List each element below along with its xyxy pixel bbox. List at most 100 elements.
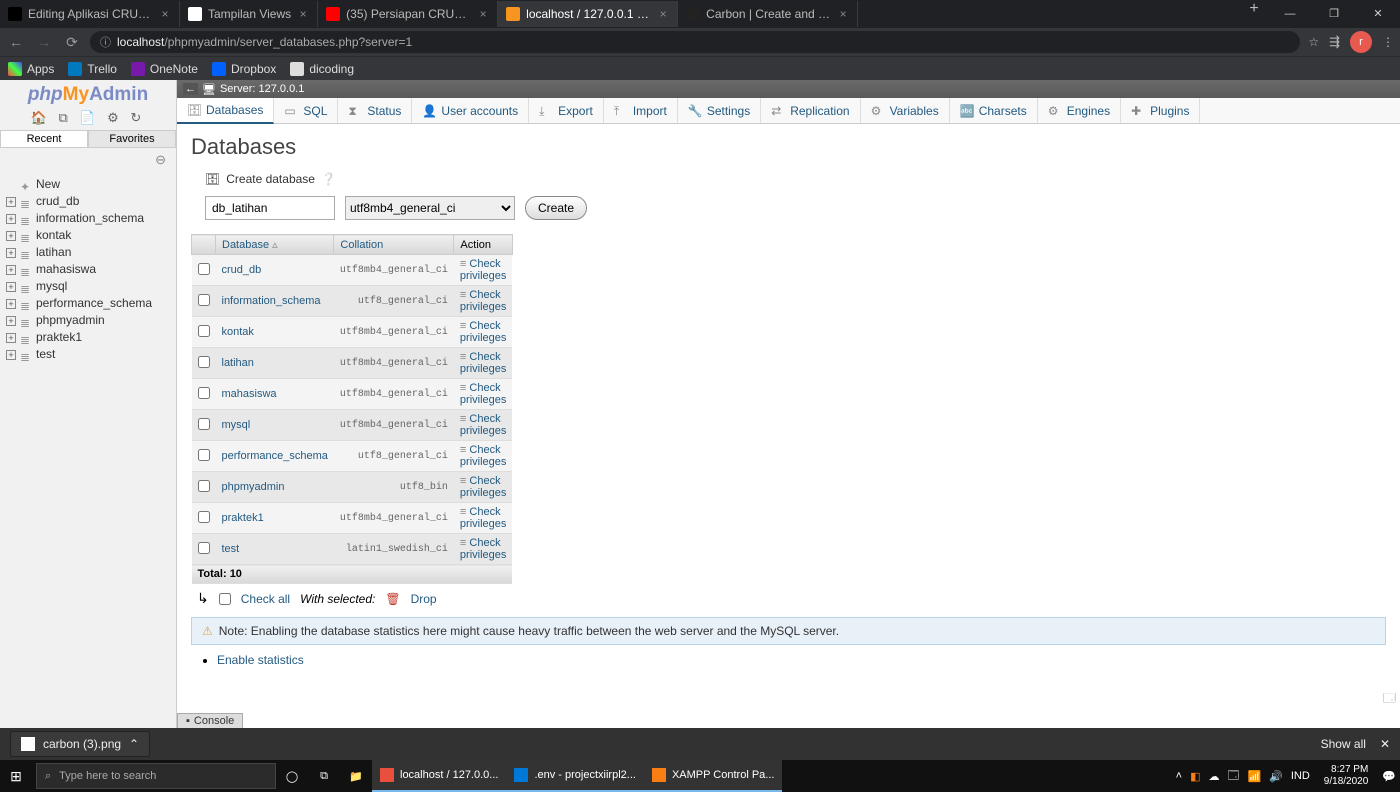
tab-close-icon[interactable]: × (837, 8, 849, 20)
check-privileges-link[interactable]: Check privileges (460, 506, 506, 530)
bookmark-item[interactable]: Trello (68, 62, 117, 76)
recent-tab[interactable]: Recent (0, 130, 88, 147)
new-tab-button[interactable]: + (1240, 0, 1268, 18)
expand-icon[interactable]: + (6, 333, 16, 343)
download-chevron-icon[interactable]: ⌃ (129, 737, 139, 751)
browser-tab[interactable]: Tampilan Views× (180, 1, 318, 27)
database-node[interactable]: +≣latihan (6, 244, 176, 261)
collapse-icon[interactable]: ⊖ (0, 148, 176, 172)
taskbar-app[interactable]: .env - projectxiirpl2... (506, 760, 643, 792)
bookmark-star-icon[interactable]: ☆ (1308, 35, 1319, 49)
expand-icon[interactable]: + (6, 282, 16, 292)
database-node[interactable]: +≣mysql (6, 278, 176, 295)
tray-chevron-icon[interactable]: ˄ (1176, 770, 1182, 782)
reload-button[interactable]: ⟳ (62, 34, 82, 51)
top-tab-databases[interactable]: 🗄Databases (177, 98, 274, 124)
server-breadcrumb[interactable]: ← 🖥 Server: 127.0.0.1 (177, 80, 1400, 98)
database-link[interactable]: mahasiswa (222, 388, 277, 400)
database-link[interactable]: kontak (222, 326, 254, 338)
bookmark-item[interactable]: OneNote (131, 62, 198, 76)
close-button[interactable]: ✕ (1356, 0, 1400, 28)
database-link[interactable]: praktek1 (222, 512, 264, 524)
check-privileges-link[interactable]: Check privileges (460, 382, 506, 406)
phpmyadmin-logo[interactable]: phpMyAdmin (0, 80, 176, 108)
row-checkbox[interactable] (198, 480, 210, 492)
browser-tab[interactable]: (35) Persiapan CRUD - YouTube× (318, 1, 498, 27)
extensions-icon[interactable]: ⇶ (1329, 34, 1340, 50)
onedrive-icon[interactable]: ☁ (1209, 770, 1220, 783)
new-database-node[interactable]: ✦New (6, 176, 176, 193)
database-node[interactable]: +≣mahasiswa (6, 261, 176, 278)
notifications-icon[interactable]: 💬 (1382, 770, 1396, 783)
collapse-nav-icon[interactable]: ← (183, 83, 198, 95)
expand-icon[interactable]: + (6, 197, 16, 207)
check-all-link[interactable]: Check all (241, 592, 290, 606)
browser-tab[interactable]: Editing Aplikasi CRUD dengan La× (0, 1, 180, 27)
row-checkbox[interactable] (198, 542, 210, 554)
expand-icon[interactable]: + (6, 316, 16, 326)
download-item[interactable]: carbon (3).png ⌃ (10, 731, 150, 757)
database-link[interactable]: performance_schema (222, 450, 328, 462)
row-checkbox[interactable] (198, 356, 210, 368)
top-tab-settings[interactable]: 🔧Settings (678, 98, 761, 123)
bookmark-item[interactable]: Dropbox (212, 62, 276, 76)
top-tab-engines[interactable]: ⚙Engines (1038, 98, 1121, 123)
check-privileges-link[interactable]: Check privileges (460, 475, 506, 499)
check-privileges-link[interactable]: Check privileges (460, 351, 506, 375)
row-checkbox[interactable] (198, 325, 210, 337)
col-collation[interactable]: Collation (334, 235, 454, 255)
tab-close-icon[interactable]: × (477, 8, 489, 20)
apps-button[interactable]: Apps (8, 62, 54, 76)
database-node[interactable]: +≣performance_schema (6, 295, 176, 312)
taskbar-search[interactable]: ⌕ Type here to search (36, 763, 276, 789)
database-link[interactable]: information_schema (222, 295, 321, 307)
favorites-tab[interactable]: Favorites (88, 130, 176, 147)
file-explorer-icon[interactable]: 📁 (340, 760, 372, 792)
top-tab-sql[interactable]: ▭SQL (274, 98, 338, 123)
enable-statistics-link[interactable]: Enable statistics (217, 653, 304, 667)
check-privileges-link[interactable]: Check privileges (460, 537, 506, 561)
row-checkbox[interactable] (198, 263, 210, 275)
check-all-checkbox[interactable] (219, 593, 231, 605)
browser-tab[interactable]: localhost / 127.0.0.1 | phpMyAdm× (498, 1, 678, 27)
row-checkbox[interactable] (198, 387, 210, 399)
profile-avatar[interactable]: r (1350, 31, 1372, 53)
check-privileges-link[interactable]: Check privileges (460, 320, 506, 344)
site-info-icon[interactable]: ⓘ (100, 34, 111, 50)
drop-link[interactable]: Drop (411, 592, 437, 606)
forward-button[interactable]: → (34, 34, 54, 50)
start-button[interactable]: ⊞ (0, 760, 32, 792)
db-name-input[interactable] (205, 196, 335, 220)
top-tab-user-accounts[interactable]: 👤User accounts (412, 98, 529, 123)
bookmark-page-icon[interactable]: 🗔 (1383, 689, 1396, 710)
create-button[interactable]: Create (525, 196, 587, 220)
database-node[interactable]: +≣praktek1 (6, 329, 176, 346)
taskbar-app[interactable]: XAMPP Control Pa... (644, 760, 783, 792)
expand-icon[interactable]: + (6, 231, 16, 241)
top-tab-charsets[interactable]: 🔤Charsets (950, 98, 1038, 123)
volume-icon[interactable]: 🔊 (1269, 770, 1283, 783)
top-tab-export[interactable]: ⤓Export (529, 98, 604, 123)
taskbar-app[interactable]: localhost / 127.0.0... (372, 760, 506, 792)
expand-icon[interactable]: + (6, 248, 16, 258)
show-all-downloads[interactable]: Show all (1321, 737, 1366, 751)
tray-app-icon[interactable]: ◧ (1190, 770, 1200, 783)
check-privileges-link[interactable]: Check privileges (460, 258, 506, 282)
collation-select[interactable]: utf8mb4_general_ci (345, 196, 515, 220)
database-node[interactable]: +≣kontak (6, 227, 176, 244)
database-node[interactable]: +≣information_schema (6, 210, 176, 227)
top-tab-import[interactable]: ⤒Import (604, 98, 678, 123)
expand-icon[interactable]: + (6, 214, 16, 224)
check-privileges-link[interactable]: Check privileges (460, 444, 506, 468)
task-view-icon[interactable]: ⧉ (308, 760, 340, 792)
tab-close-icon[interactable]: × (657, 8, 669, 20)
battery-icon[interactable]: 🗔 (1228, 767, 1240, 786)
expand-icon[interactable]: + (6, 265, 16, 275)
top-tab-variables[interactable]: ⚙Variables (861, 98, 950, 123)
top-tab-replication[interactable]: ⇄Replication (761, 98, 860, 123)
expand-icon[interactable]: + (6, 299, 16, 309)
bookmark-item[interactable]: dicoding (290, 62, 354, 76)
menu-icon[interactable]: ⋮ (1382, 35, 1394, 49)
expand-icon[interactable]: + (6, 350, 16, 360)
wifi-icon[interactable]: 📶 (1247, 770, 1261, 783)
